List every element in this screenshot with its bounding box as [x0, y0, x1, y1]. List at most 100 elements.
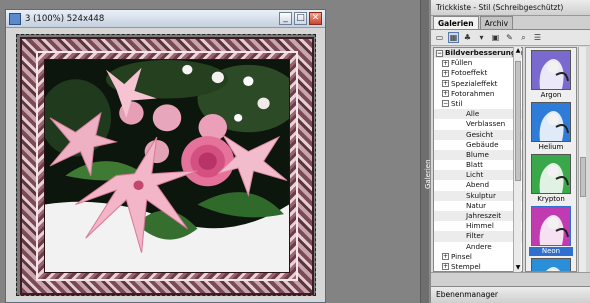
tree-item-label: Spezialeffekt — [451, 78, 498, 88]
docker-tabs: Galerien Archiv — [431, 16, 590, 30]
tree-item-label: Gesicht — [466, 129, 494, 139]
list-icon[interactable]: ☰ — [532, 32, 543, 43]
tree-item-label: Fotorahmen — [451, 88, 495, 98]
tree-item[interactable]: Gesicht — [434, 129, 522, 140]
open-folder-icon[interactable]: ▭ — [434, 32, 445, 43]
effect-thumbnail[interactable]: Krypton — [529, 154, 573, 206]
tree-scroll-thumb[interactable] — [515, 61, 521, 181]
thumbnail-preview — [531, 206, 571, 246]
tree-item-label: Alle — [466, 109, 480, 119]
docker-toolbar: ▭ ▦ ♣ ▾ ▣ ✎ ⌕ ☰ — [431, 30, 590, 46]
dropdown-icon[interactable]: ▾ — [476, 32, 487, 43]
tree-item-label: Filter — [466, 231, 484, 241]
tree-item[interactable]: Himmel — [434, 221, 522, 231]
edit-icon[interactable]: ✎ — [504, 32, 515, 43]
tree-item[interactable]: Natur — [434, 201, 522, 211]
tree-item[interactable]: + Füllen — [434, 58, 522, 68]
image-window-title: 3 (100%) 524x448 — [25, 13, 105, 24]
tree-item[interactable]: − Stil — [434, 99, 522, 109]
effects-docker: Trickkiste - Stil (Schreibgeschützt) Gal… — [430, 0, 590, 303]
tree-item-label: Verblassen — [466, 119, 506, 129]
collapse-icon[interactable]: − — [442, 100, 449, 108]
tree-item[interactable]: + Fotoeffekt — [434, 68, 522, 78]
tree-item-label: Blume — [466, 149, 489, 159]
thumbnail-label: Krypton — [537, 195, 565, 203]
expand-icon[interactable]: + — [442, 263, 449, 271]
tree-item[interactable]: + Stempel — [434, 261, 522, 271]
tree-item-label: Andere — [466, 241, 492, 251]
flower-photo — [44, 59, 290, 273]
effect-thumbnail[interactable]: Neon — [529, 206, 573, 258]
tree-item[interactable]: Filter — [434, 231, 522, 242]
gallery-view-icon[interactable]: ▦ — [448, 32, 459, 43]
tree-item[interactable]: Alle — [434, 109, 522, 120]
thumbnails-scroll-thumb[interactable] — [580, 157, 586, 197]
tree-item-label: Gebäude — [466, 139, 499, 149]
docker-title: Trickkiste - Stil (Schreibgeschützt) — [431, 0, 590, 16]
image-window-titlebar[interactable]: 3 (100%) 524x448 _ □ ✕ — [6, 10, 325, 28]
thumbnails-scrollbar[interactable] — [578, 47, 586, 272]
tree-item-label: Skulptur — [466, 190, 496, 200]
close-button[interactable]: ✕ — [309, 12, 322, 25]
tree-item-label: Blatt — [466, 160, 483, 170]
tree-item[interactable]: Blatt — [434, 160, 522, 170]
image-view-icon[interactable]: ▣ — [490, 32, 501, 43]
effect-thumbnail[interactable]: Helium — [529, 102, 573, 154]
tree-item-label: Stempel — [451, 261, 481, 271]
thumbnail-preview — [531, 154, 571, 194]
tab-galerien[interactable]: Galerien — [433, 16, 479, 29]
thumbnail-preview — [531, 50, 571, 90]
expand-icon[interactable]: + — [442, 253, 449, 261]
tree-item[interactable]: Andere — [434, 242, 522, 252]
image-window[interactable]: 3 (100%) 524x448 _ □ ✕ — [5, 9, 326, 303]
tree-item[interactable]: + Fotorahmen — [434, 89, 522, 99]
tree-item[interactable]: Blume — [434, 149, 522, 161]
tree-item[interactable]: Verblassen — [434, 119, 522, 129]
tree-item[interactable]: Skulptur — [434, 190, 522, 201]
tree-item[interactable]: Licht — [434, 170, 522, 181]
expand-icon[interactable]: + — [442, 69, 449, 77]
scroll-up-icon[interactable]: ▲ — [514, 47, 522, 55]
scroll-down-icon[interactable]: ▼ — [514, 264, 522, 272]
effect-thumbnail[interactable]: Argon — [529, 50, 573, 102]
expand-icon[interactable]: + — [442, 90, 449, 98]
tree-item[interactable]: + Pinsel — [434, 252, 522, 262]
effect-thumbnail[interactable] — [529, 258, 573, 271]
tree-item[interactable]: − Bildverbesserungen — [434, 48, 523, 59]
thumbnail-label: Argon — [540, 91, 562, 99]
galleries-side-tab[interactable]: Galerien — [420, 0, 432, 303]
tree-item-label: Himmel — [466, 221, 494, 231]
thumbnail-label: Helium — [538, 143, 564, 151]
tree-scrollbar[interactable]: ▲ ▼ — [513, 47, 521, 272]
tree-item-label: Jahreszeit — [466, 211, 502, 220]
docker-footer — [431, 272, 590, 286]
workspace: 3 (100%) 524x448 _ □ ✕ — [0, 0, 420, 303]
decorative-frame — [20, 37, 314, 295]
tree-item-label: Pinsel — [451, 251, 472, 261]
tree-item-label: Bildverbesserungen — [445, 48, 523, 57]
image-canvas[interactable] — [16, 34, 316, 296]
tab-archiv[interactable]: Archiv — [479, 16, 514, 29]
inner-frame — [36, 51, 298, 281]
tree-item[interactable]: Abend — [434, 180, 522, 190]
tree-item[interactable]: Gebäude — [434, 140, 522, 150]
tree-item-label: Füllen — [451, 58, 473, 68]
collapse-icon[interactable]: − — [436, 49, 443, 57]
tree-item[interactable]: Jahreszeit — [434, 211, 522, 222]
tree-item-label: Fotoeffekt — [451, 68, 488, 78]
category-tree[interactable]: − Bildverbesserungen + Füllen + Fotoeffekt + Sp… — [433, 47, 523, 272]
tree-item[interactable]: + Spezialeffekt — [434, 79, 522, 89]
tree-item-label: Natur — [466, 200, 487, 210]
search-icon[interactable]: ⌕ — [518, 32, 529, 43]
apply-icon[interactable]: ♣ — [462, 32, 473, 43]
expand-icon[interactable]: + — [442, 80, 449, 88]
layers-manager-title[interactable]: Ebenenmanager — [431, 286, 590, 303]
maximize-button[interactable]: □ — [294, 12, 307, 25]
thumbnail-preview — [531, 258, 571, 271]
minimize-button[interactable]: _ — [279, 12, 292, 25]
tree-item-label: Licht — [466, 170, 484, 180]
effect-thumbnails[interactable]: Argon Helium Krypton Neon — [525, 47, 577, 272]
expand-icon[interactable]: + — [442, 59, 449, 67]
thumbnail-label: Neon — [529, 247, 573, 256]
tree-item-label: Abend — [466, 180, 490, 190]
